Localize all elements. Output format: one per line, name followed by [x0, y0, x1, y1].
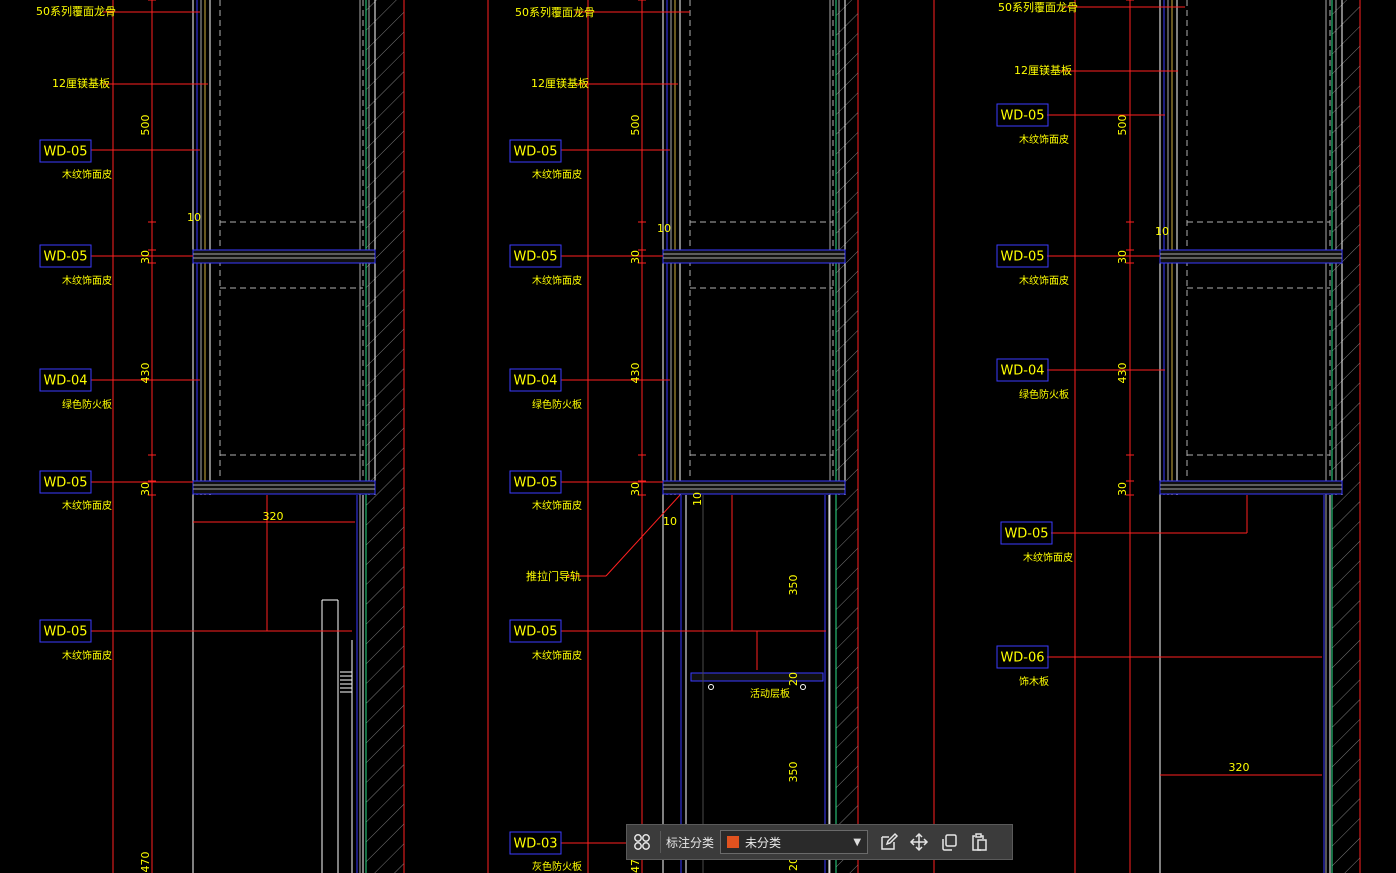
material-tag: WD-05 — [43, 476, 87, 491]
dimension-text: 30 — [629, 482, 642, 496]
dimension-text: 320 — [263, 510, 284, 523]
material-tag: WD-06 — [1000, 651, 1044, 666]
material-description: 绿色防火板 — [1019, 388, 1069, 401]
shelf-panel — [192, 249, 376, 264]
material-description: 木纹饰面皮 — [62, 274, 112, 287]
shelf-pin — [800, 684, 806, 690]
dimension-text: 10 — [663, 515, 677, 528]
dimension-text: 430 — [629, 363, 642, 384]
dimension-text: 30 — [1116, 250, 1129, 264]
material-tag: WD-04 — [1000, 364, 1044, 379]
material-tag: WD-04 — [513, 374, 557, 389]
material-tag: WD-05 — [513, 625, 557, 640]
category-color-swatch — [727, 836, 740, 848]
copy-icon[interactable] — [934, 827, 964, 857]
shelf-panel — [192, 480, 376, 495]
material-tag: WD-05 — [1000, 250, 1044, 265]
shelf-panel — [690, 672, 824, 682]
material-description: 12厘镁基板 — [1014, 63, 1072, 77]
material-tag: WD-05 — [1000, 109, 1044, 124]
material-description: 木纹饰面皮 — [1019, 133, 1069, 146]
material-description: 木纹饰面皮 — [62, 168, 112, 181]
material-description: 木纹饰面皮 — [1023, 551, 1073, 564]
material-description: 木纹饰面皮 — [62, 649, 112, 662]
material-tag: WD-05 — [513, 250, 557, 265]
material-description: 木纹饰面皮 — [532, 649, 582, 662]
dimension-text: 430 — [1116, 363, 1129, 384]
shelf-panel — [1159, 249, 1343, 264]
dimension-text: 10 — [691, 492, 704, 506]
shelf-label: 活动层板 — [750, 687, 790, 700]
edit-icon[interactable] — [874, 827, 904, 857]
material-description: 12厘镁基板 — [52, 76, 110, 90]
material-description: 绿色防火板 — [62, 398, 112, 411]
material-description: 饰木板 — [1019, 675, 1049, 688]
material-description: 50系列覆面龙骨 — [515, 5, 595, 19]
grid-icon[interactable] — [627, 827, 657, 857]
dimension-text: 10 — [657, 222, 671, 235]
category-label: 标注分类 — [666, 835, 715, 850]
dimension-text: 30 — [629, 250, 642, 264]
dimension-text: 320 — [1229, 761, 1250, 774]
material-description: 绿色防火板 — [532, 398, 582, 411]
dimension-text: 20 — [787, 672, 800, 686]
dimension-text: 30 — [139, 482, 152, 496]
leader-line — [605, 494, 681, 577]
material-description: 12厘镁基板 — [531, 76, 589, 90]
material-tag: WD-05 — [1004, 527, 1048, 542]
material-description: 木纹饰面皮 — [532, 499, 582, 512]
material-tag: WD-04 — [43, 374, 87, 389]
material-description: 木纹饰面皮 — [532, 168, 582, 181]
category-dropdown[interactable]: 未分类 ▼ — [720, 830, 869, 854]
dimension-text: 500 — [1116, 115, 1129, 136]
material-description: 木纹饰面皮 — [532, 274, 582, 287]
material-tag: WD-05 — [43, 250, 87, 265]
dimension-text: 500 — [139, 115, 152, 136]
chevron-down-icon: ▼ — [853, 836, 862, 848]
material-description: 木纹饰面皮 — [62, 499, 112, 512]
move-icon[interactable] — [904, 827, 934, 857]
dimension-text: 47 — [629, 859, 642, 873]
dimension-text: 30 — [139, 250, 152, 264]
material-tag: WD-05 — [513, 145, 557, 160]
material-description: 50系列覆面龙骨 — [998, 0, 1078, 14]
material-tag: WD-05 — [43, 625, 87, 640]
material-description: 推拉门导轨 — [526, 569, 581, 583]
wall-hatch — [366, 0, 404, 873]
dimension-text: 430 — [139, 363, 152, 384]
dimension-text: 10 — [1155, 225, 1169, 238]
material-tag: WD-05 — [513, 476, 557, 491]
material-tag: WD-05 — [43, 145, 87, 160]
annotation-toolbar: 标注分类 未分类 ▼ — [626, 824, 1013, 860]
dimension-text: 350 — [787, 762, 800, 783]
material-description: 灰色防火板 — [532, 860, 582, 873]
dimension-text: 350 — [787, 575, 800, 596]
dimension-text: 30 — [1116, 482, 1129, 496]
shelf-pin — [708, 684, 714, 690]
material-tag: WD-03 — [513, 837, 557, 852]
paste-icon[interactable] — [964, 827, 994, 857]
material-description: 木纹饰面皮 — [1019, 274, 1069, 287]
dimension-text: 500 — [629, 115, 642, 136]
dimension-text: 470 — [139, 852, 152, 873]
shelf-panel — [1159, 480, 1343, 495]
toolbar-divider — [660, 831, 661, 853]
shelf-panel — [662, 249, 846, 264]
dimension-text: 10 — [187, 211, 201, 224]
category-dropdown-value: 未分类 — [745, 835, 782, 850]
material-description: 50系列覆面龙骨 — [36, 4, 116, 18]
cad-drawing-canvas[interactable]: 50系列覆面龙骨 12厘镁基板 WD-05 木纹饰面皮 WD-05 木纹饰面皮 WD-04 绿… — [0, 0, 1396, 873]
